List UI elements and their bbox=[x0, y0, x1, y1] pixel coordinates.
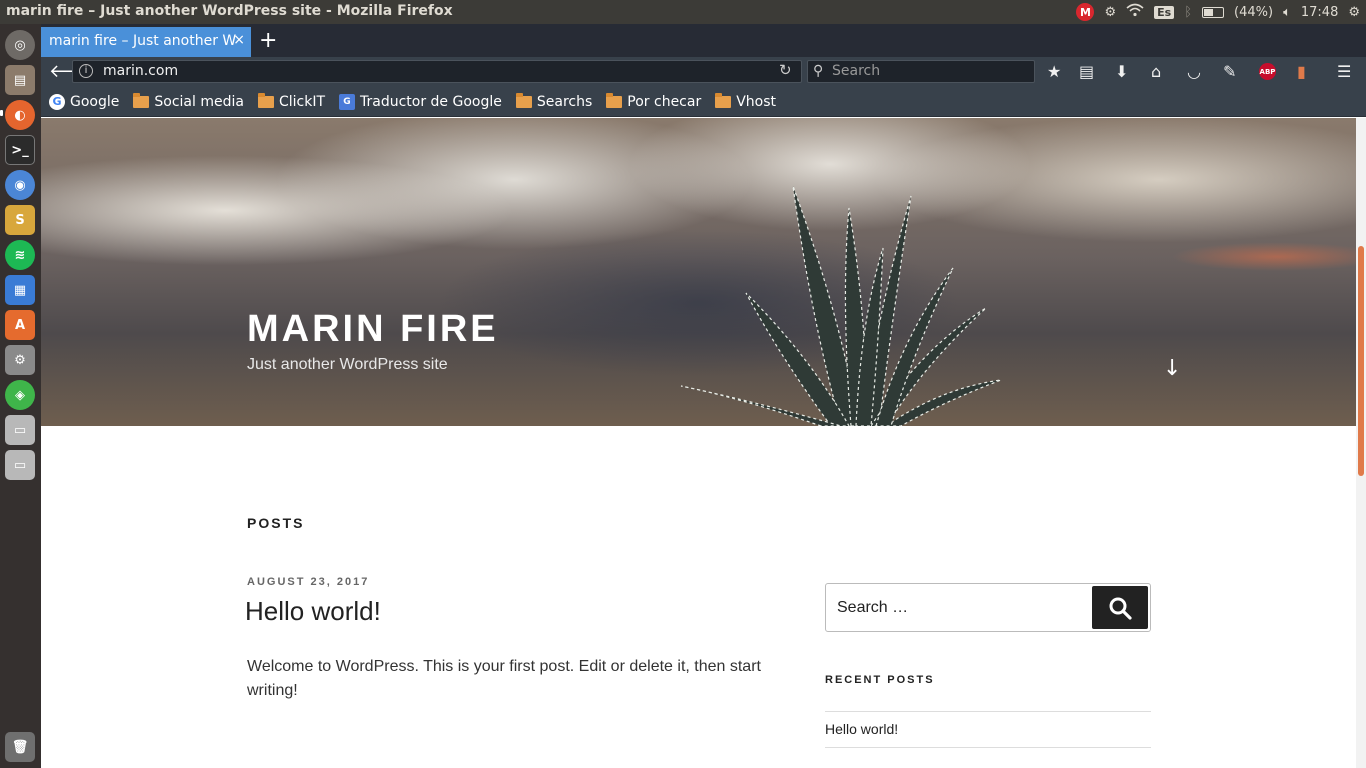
google-icon: G bbox=[49, 93, 65, 110]
navigation-bar: 🡐 i marin.com ↻ ⚲ Search ★ ▤ ⬇ ⌂ ◡ ✎ ABP… bbox=[41, 57, 1366, 87]
site-title[interactable]: MARIN FIRE bbox=[247, 308, 499, 351]
google-translate-icon: G bbox=[339, 93, 355, 110]
volume-icon[interactable]: 🔈︎ bbox=[1283, 5, 1291, 20]
arrow-down-icon[interactable]: ↓ bbox=[1163, 356, 1181, 381]
bookmark-label: Google bbox=[70, 93, 120, 110]
spotify-icon[interactable]: ≋ bbox=[5, 240, 35, 270]
search-icon bbox=[1109, 597, 1132, 620]
home-icon[interactable]: ⌂ bbox=[1151, 62, 1161, 81]
wifi-icon[interactable] bbox=[1126, 3, 1144, 21]
ubuntu-dash-icon[interactable]: ◎ bbox=[5, 30, 35, 60]
folder-icon bbox=[515, 92, 532, 108]
bookmarks-toolbar: G Google Social media ClickIT G Traducto… bbox=[41, 87, 1366, 117]
reload-icon[interactable]: ↻ bbox=[779, 61, 792, 79]
new-tab-button[interactable]: + bbox=[259, 28, 277, 53]
clock[interactable]: 17:48 bbox=[1301, 5, 1338, 20]
adblock-plus-icon[interactable]: ABP bbox=[1259, 63, 1276, 80]
pocket-icon[interactable]: ◡ bbox=[1187, 62, 1201, 81]
plant-illustration bbox=[680, 185, 1002, 426]
bookmark-label: ClickIT bbox=[278, 93, 325, 110]
libreoffice-writer-icon[interactable]: ▦ bbox=[5, 275, 35, 305]
mega-icon[interactable]: M bbox=[1076, 3, 1095, 21]
bookmark-label: Vhost bbox=[736, 93, 777, 110]
bookmark-label: Searchs bbox=[536, 93, 593, 110]
tab-bar: marin fire – Just another W × + bbox=[41, 24, 1366, 57]
bookmarks-menu-icon[interactable]: ▤ bbox=[1079, 62, 1094, 81]
chromium-icon[interactable]: ◉ bbox=[5, 170, 35, 200]
downloads-icon[interactable]: ⬇ bbox=[1115, 62, 1128, 81]
slack-icon[interactable]: S bbox=[5, 205, 35, 235]
recent-posts-heading: RECENT POSTS bbox=[825, 674, 935, 686]
firefox-icon[interactable]: ◐ bbox=[5, 100, 35, 130]
battery-icon[interactable] bbox=[1202, 6, 1225, 18]
power-gear-icon[interactable]: ⚙ bbox=[1348, 5, 1360, 20]
bookmark-google-translate[interactable]: G Traductor de Google bbox=[339, 93, 502, 110]
evernote-icon[interactable]: ✎ bbox=[1223, 62, 1236, 81]
search-icon: ⚲ bbox=[813, 63, 824, 79]
window-title: marin fire – Just another WordPress site… bbox=[6, 3, 453, 19]
trash-icon[interactable]: 🗑︎ bbox=[5, 732, 35, 762]
sidebar-search-input[interactable] bbox=[826, 584, 1092, 631]
extension-icon[interactable]: ▮ bbox=[1297, 62, 1306, 81]
sidebar-search-form bbox=[825, 583, 1151, 632]
post-date[interactable]: AUGUST 23, 2017 bbox=[247, 576, 369, 588]
page-viewport: MARIN FIRE Just another WordPress site ↓… bbox=[41, 118, 1356, 768]
close-tab-icon[interactable]: × bbox=[233, 32, 245, 48]
tab-marin-fire[interactable]: marin fire – Just another W × bbox=[41, 27, 251, 57]
header-hero-image: MARIN FIRE Just another WordPress site ↓ bbox=[41, 118, 1356, 426]
bookmark-star-icon[interactable]: ★ bbox=[1047, 62, 1061, 81]
running-indicator bbox=[0, 110, 3, 116]
terminal-icon[interactable]: >_ bbox=[5, 135, 35, 165]
bookmark-por-checar[interactable]: Por checar bbox=[606, 92, 702, 110]
bluetooth-icon[interactable]: ᛒ bbox=[1184, 5, 1192, 20]
drive-icon[interactable]: ▭ bbox=[5, 450, 35, 480]
hamburger-menu-icon[interactable]: ☰ bbox=[1337, 62, 1351, 81]
top-panel: marin fire – Just another WordPress site… bbox=[0, 0, 1366, 24]
posts-heading: POSTS bbox=[247, 515, 305, 531]
scrollbar-thumb[interactable] bbox=[1358, 246, 1364, 476]
post-excerpt: Welcome to WordPress. This is your first… bbox=[247, 658, 761, 699]
keyboard-layout-indicator[interactable]: Es bbox=[1154, 5, 1175, 19]
url-text[interactable]: marin.com bbox=[103, 63, 178, 79]
post-title[interactable]: Hello world! bbox=[245, 596, 381, 627]
bookmark-label: Por checar bbox=[627, 93, 702, 110]
site-info-icon[interactable]: i bbox=[79, 64, 93, 78]
launcher: ◎ ▤ ◐ >_ ◉ S ≋ ▦ A ⚙ ◈ ▭ ▭ 🗑︎ bbox=[0, 24, 41, 768]
gear-cluster-icon[interactable]: ⚙ bbox=[1104, 5, 1116, 20]
system-settings-icon[interactable]: ⚙ bbox=[5, 345, 35, 375]
search-placeholder: Search bbox=[832, 63, 881, 79]
bookmark-label: Traductor de Google bbox=[360, 93, 502, 110]
bookmark-searchs[interactable]: Searchs bbox=[515, 92, 593, 110]
drive-icon[interactable]: ▭ bbox=[5, 415, 35, 445]
bookmark-vhost[interactable]: Vhost bbox=[715, 92, 777, 110]
bookmark-social-media[interactable]: Social media bbox=[133, 92, 244, 110]
folder-icon bbox=[133, 92, 150, 108]
recent-post-link[interactable]: Hello world! bbox=[825, 712, 1151, 748]
url-bar[interactable]: i marin.com bbox=[72, 60, 802, 83]
system-tray: M ⚙ Es ᛒ (44%) 🔈︎ 17:48 ⚙ bbox=[1076, 0, 1360, 24]
bookmark-label: Social media bbox=[154, 93, 244, 110]
folder-icon bbox=[257, 92, 274, 108]
search-bar[interactable]: ⚲ Search bbox=[807, 60, 1035, 83]
folder-icon bbox=[606, 92, 623, 108]
page-scrollbar[interactable] bbox=[1356, 118, 1366, 768]
recent-posts-list: Hello world! bbox=[825, 711, 1151, 748]
folder-icon bbox=[715, 92, 732, 108]
tab-title: marin fire – Just another W bbox=[49, 33, 237, 49]
bookmark-clickit[interactable]: ClickIT bbox=[257, 92, 325, 110]
battery-percent: (44%) bbox=[1234, 4, 1274, 20]
green-app-icon[interactable]: ◈ bbox=[5, 380, 35, 410]
site-tagline: Just another WordPress site bbox=[247, 356, 448, 373]
bookmark-google[interactable]: G Google bbox=[49, 93, 120, 110]
search-submit-button[interactable] bbox=[1092, 586, 1148, 629]
software-center-icon[interactable]: A bbox=[5, 310, 35, 340]
files-icon[interactable]: ▤ bbox=[5, 65, 35, 95]
